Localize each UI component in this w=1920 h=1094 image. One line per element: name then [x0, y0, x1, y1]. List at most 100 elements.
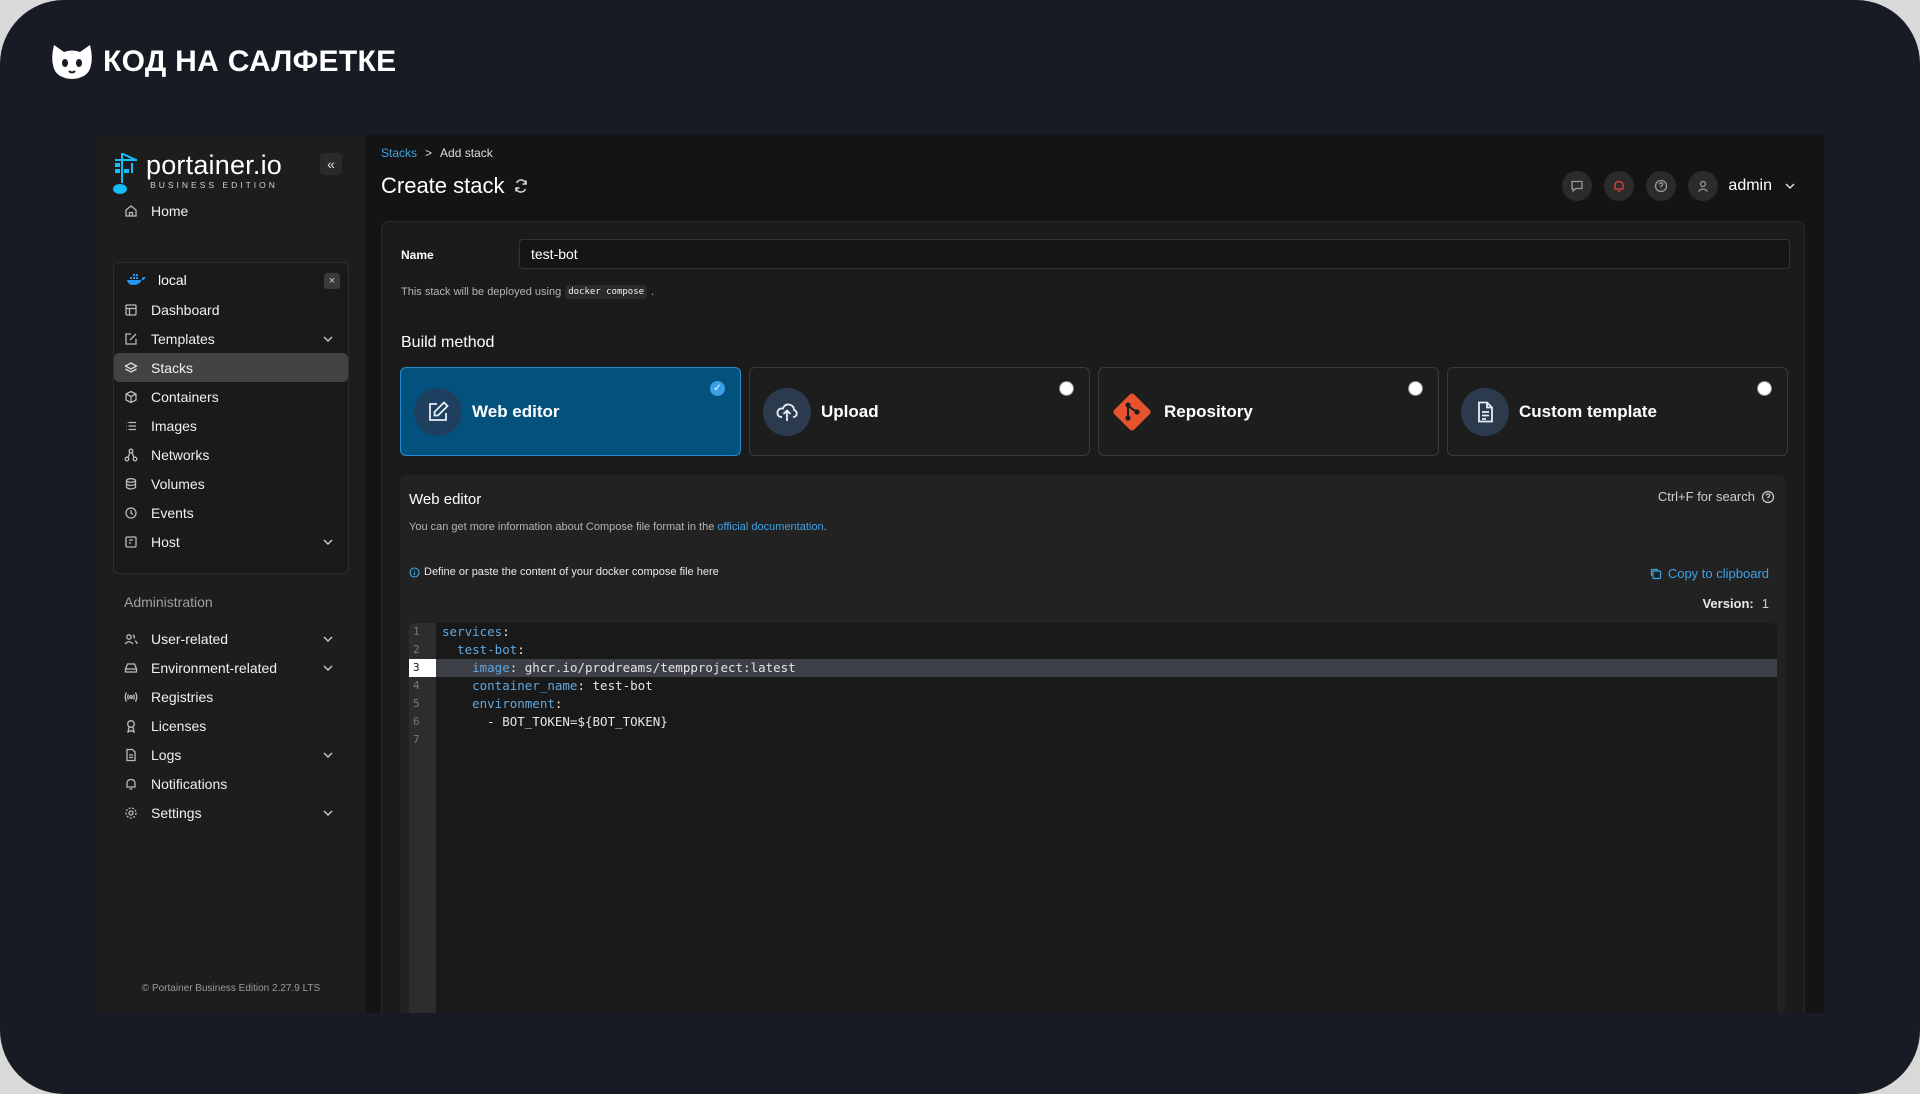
official-documentation-link[interactable]: official documentation [717, 521, 823, 533]
build-method-upload[interactable]: Upload [749, 367, 1090, 456]
sidebar-item-label: Templates [151, 330, 215, 347]
user-name[interactable]: admin [1728, 177, 1772, 195]
sidebar-item-stacks[interactable]: Stacks [114, 353, 348, 382]
code-line[interactable]: container_name: test-bot [442, 677, 653, 695]
sidebar-item-registries[interactable]: Registries [114, 682, 348, 711]
user-icon [1698, 180, 1709, 192]
radio-button[interactable] [1757, 381, 1772, 396]
sidebar-item-networks[interactable]: Networks [114, 440, 348, 469]
chevron-down-icon [323, 636, 333, 642]
sidebar-item-volumes[interactable]: Volumes [114, 469, 348, 498]
database-icon [124, 477, 138, 491]
build-method-label: Repository [1164, 401, 1253, 421]
code-line[interactable]: environment: [442, 695, 562, 713]
sidebar-item-label: Licenses [151, 717, 207, 734]
users-icon [124, 632, 138, 646]
build-method-label: Web editor [472, 401, 560, 421]
sidebar-item-home[interactable]: Home [114, 196, 348, 225]
list-icon [124, 419, 138, 433]
sidebar-item-settings[interactable]: Settings [114, 798, 348, 827]
sidebar-item-notifications[interactable]: Notifications [114, 769, 348, 798]
bell-icon [1614, 180, 1625, 192]
code-line[interactable]: - BOT_TOKEN=${BOT_TOKEN} [442, 713, 668, 731]
sidebar-item-templates[interactable]: Templates [114, 324, 348, 353]
build-method-web-editor[interactable]: Web editor ✓ [400, 367, 741, 456]
page-title-text: Create stack [381, 173, 505, 198]
chevron-down-icon [323, 810, 333, 816]
radio-button[interactable] [1059, 381, 1074, 396]
sidebar-item-user-related[interactable]: User-related [114, 624, 348, 653]
sidebar-item-logs[interactable]: Logs [114, 740, 348, 769]
cube-icon [124, 390, 138, 404]
sidebar-item-containers[interactable]: Containers [114, 382, 348, 411]
sidebar-item-label: Registries [151, 688, 214, 705]
deploy-note: This stack will be deployed using docker… [401, 285, 654, 299]
page-title: Create stack [381, 173, 529, 199]
build-method-repository[interactable]: Repository [1098, 367, 1439, 456]
line-number: 7 [413, 733, 420, 746]
code-line[interactable]: test-bot: [442, 641, 525, 659]
sidebar-item-dashboard[interactable]: Dashboard [114, 295, 348, 324]
code-line[interactable]: image: ghcr.io/prodreams/tempproject:lat… [442, 659, 796, 677]
refresh-icon[interactable] [513, 178, 529, 194]
broadcast-icon [124, 690, 138, 704]
sidebar-item-environment-related[interactable]: Environment-related [114, 653, 348, 682]
help-button[interactable] [1646, 171, 1677, 201]
help-icon[interactable] [1761, 490, 1775, 504]
sidebar-item-events[interactable]: Events [114, 498, 348, 527]
version-footer: © Portainer Business Edition 2.27.9 LTS [141, 983, 321, 994]
sidebar-item-label: Stacks [151, 359, 194, 376]
sidebar-item-licenses[interactable]: Licenses [114, 711, 348, 740]
line-number: 4 [413, 679, 420, 692]
line-number: 2 [413, 643, 420, 656]
environment-header: local [126, 272, 187, 288]
yaml-value: : [502, 624, 510, 639]
header-actions: admin [1562, 171, 1796, 201]
edit-icon [124, 332, 138, 346]
administration-heading: Administration [124, 594, 213, 610]
yaml-key: services [442, 624, 503, 639]
docker-whale-icon [127, 274, 146, 285]
deploy-note-suffix: . [651, 286, 655, 298]
portainer-logo[interactable]: portainer.io BUSINESS EDITION [112, 151, 282, 195]
copy-to-clipboard-button[interactable]: Copy to clipboard [1649, 566, 1769, 581]
breadcrumb-stacks-link[interactable]: Stacks [381, 146, 417, 160]
document-icon [1461, 387, 1509, 436]
sidebar-item-label: Volumes [151, 475, 205, 492]
brand: КОД НА САЛФЕТКЕ [51, 43, 396, 81]
compose-info: You can get more information about Compo… [409, 521, 827, 533]
info-icon [409, 566, 420, 578]
yaml-value: - BOT_TOKEN=${BOT_TOKEN} [442, 714, 668, 729]
code-editor[interactable]: 1 2 3 4 5 6 7 services: test-bot: image:… [409, 623, 1777, 1013]
sidebar-item-label: Notifications [151, 775, 228, 792]
sidebar-item-images[interactable]: Images [114, 411, 348, 440]
collapse-sidebar-button[interactable]: « [320, 153, 342, 175]
feedback-button[interactable] [1562, 171, 1593, 201]
editor-hint: Define or paste the content of your dock… [409, 566, 719, 578]
sidebar-item-label: Containers [151, 388, 219, 405]
main-content: Stacks > Add stack Create stack admin Na… [366, 135, 1824, 1013]
search-hint-text: Ctrl+F for search [1657, 489, 1755, 504]
breadcrumb: Stacks > Add stack [381, 146, 493, 160]
notifications-button[interactable] [1604, 171, 1635, 201]
chevron-down-icon[interactable] [1784, 180, 1796, 192]
code-line[interactable]: services: [442, 623, 510, 641]
breadcrumb-current: Add stack [440, 146, 493, 160]
stack-name-input[interactable]: test-bot [519, 239, 1790, 269]
line-number: 1 [413, 625, 420, 638]
gear-icon [124, 806, 138, 820]
web-editor-panel: Web editor Ctrl+F for search You can get… [400, 475, 1785, 1013]
yaml-key: environment [442, 696, 555, 711]
sidebar-item-label: Home [151, 202, 189, 219]
breadcrumb-separator: > [425, 146, 433, 160]
user-avatar[interactable] [1688, 171, 1719, 201]
build-method-custom-template[interactable]: Custom template [1447, 367, 1788, 456]
brand-text: КОД НА САЛФЕТКЕ [103, 45, 397, 78]
sidebar-item-label: Networks [151, 446, 210, 463]
award-icon [124, 719, 138, 733]
radio-button[interactable] [1408, 381, 1423, 396]
checkmark-icon: ✓ [710, 381, 725, 396]
environment-close-button[interactable]: × [324, 273, 340, 289]
copy-label: Copy to clipboard [1667, 566, 1769, 581]
sidebar-item-host[interactable]: Host [114, 527, 348, 556]
